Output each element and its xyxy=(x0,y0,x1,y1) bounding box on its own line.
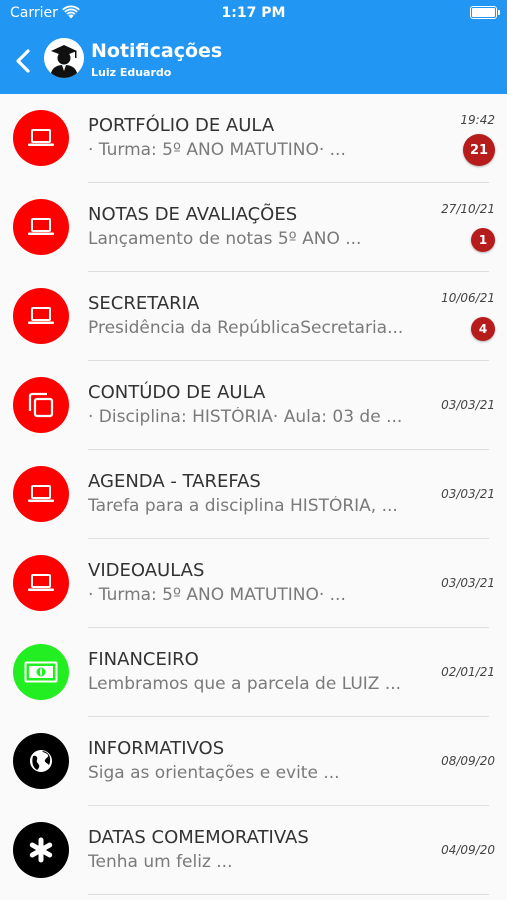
laptop-icon xyxy=(28,574,54,591)
money-icon xyxy=(24,661,58,683)
avatar[interactable] xyxy=(44,38,84,78)
nav-bar: Notificações Luiz Eduardo xyxy=(0,32,507,92)
status-bar: Carrier 1:17 PM xyxy=(0,0,507,28)
notification-title: FINANCEIRO xyxy=(88,649,199,670)
notification-list: PORTFÓLIO DE AULA · Turma: 5º ANO MATUTI… xyxy=(0,94,507,895)
back-chevron-icon[interactable] xyxy=(12,48,36,74)
notification-time: 19:42 xyxy=(460,113,495,127)
notification-preview: Presidência da RepúblicaSecretaria... xyxy=(88,318,404,338)
category-badge xyxy=(13,288,69,344)
notification-title: DATAS COMEMORATIVAS xyxy=(88,827,309,848)
notification-preview: Lembramos que a parcela de LUIZ ... xyxy=(88,674,402,694)
notification-preview: Lançamento de notas 5º ANO ... xyxy=(88,229,362,249)
user-name: Luiz Eduardo xyxy=(91,66,172,79)
notification-time: 02/01/21 xyxy=(441,665,495,679)
notification-title: NOTAS DE AVALIAÇÕES xyxy=(88,204,298,225)
notification-title: SECRETARIA xyxy=(88,293,200,314)
page-title: Notificações xyxy=(91,40,223,62)
notification-item-secretaria[interactable]: SECRETARIA Presidência da RepúblicaSecre… xyxy=(0,272,507,361)
notification-title: CONTÚDO DE AULA xyxy=(88,382,266,403)
status-time: 1:17 PM xyxy=(221,5,286,21)
notification-time: 03/03/21 xyxy=(441,398,495,412)
notification-preview: · Turma: 5º ANO MATUTINO· ... xyxy=(88,585,346,605)
unread-count-badge: 4 xyxy=(471,317,495,341)
divider xyxy=(88,894,489,895)
notification-preview: · Turma: 5º ANO MATUTINO· ... xyxy=(88,140,346,160)
category-badge xyxy=(13,555,69,611)
notification-time: 10/06/21 xyxy=(441,291,495,305)
app-header: Carrier 1:17 PM Notificações Luiz Eduard… xyxy=(0,0,507,94)
notification-title: VIDEOAULAS xyxy=(88,560,205,581)
laptop-icon xyxy=(28,129,54,146)
asterisk-icon xyxy=(29,837,53,863)
category-badge xyxy=(13,466,69,522)
notification-item-portfolio[interactable]: PORTFÓLIO DE AULA · Turma: 5º ANO MATUTI… xyxy=(0,94,507,183)
category-badge xyxy=(13,733,69,789)
notification-item-agenda[interactable]: AGENDA - TAREFAS Tarefa para a disciplin… xyxy=(0,450,507,539)
category-badge xyxy=(13,199,69,255)
notification-item-notas[interactable]: NOTAS DE AVALIAÇÕES Lançamento de notas … xyxy=(0,183,507,272)
notification-preview: Tarefa para a disciplina HISTÓRIA, ... xyxy=(88,496,398,516)
laptop-icon xyxy=(28,307,54,324)
category-badge xyxy=(13,377,69,433)
category-badge xyxy=(13,822,69,878)
notification-item-videoaulas[interactable]: VIDEOAULAS · Turma: 5º ANO MATUTINO· ...… xyxy=(0,539,507,628)
notification-item-conteudo[interactable]: CONTÚDO DE AULA · Disciplina: HISTÓRIA· … xyxy=(0,361,507,450)
notification-title: PORTFÓLIO DE AULA xyxy=(88,115,275,136)
copy-icon xyxy=(28,392,54,418)
laptop-icon xyxy=(28,485,54,502)
notification-time: 08/09/20 xyxy=(441,754,495,768)
student-avatar-icon xyxy=(44,38,84,78)
notification-preview: Tenha um feliz ... xyxy=(88,852,233,872)
category-badge xyxy=(13,644,69,700)
notification-time: 03/03/21 xyxy=(441,576,495,590)
notification-time: 04/09/20 xyxy=(441,843,495,857)
notification-time: 27/10/21 xyxy=(441,202,495,216)
notification-title: INFORMATIVOS xyxy=(88,738,225,759)
notification-item-datas[interactable]: DATAS COMEMORATIVAS Tenha um feliz ... 0… xyxy=(0,806,507,895)
notification-title: AGENDA - TAREFAS xyxy=(88,471,261,492)
battery-icon xyxy=(470,6,500,19)
category-badge xyxy=(13,110,69,166)
notification-item-informativos[interactable]: INFORMATIVOS Siga as orientações e evite… xyxy=(0,717,507,806)
notification-preview: · Disciplina: HISTÓRIA· Aula: 03 de ... xyxy=(88,407,403,427)
notification-preview: Siga as orientações e evite ... xyxy=(88,763,340,783)
notification-item-financeiro[interactable]: FINANCEIRO Lembramos que a parcela de LU… xyxy=(0,628,507,717)
notification-time: 03/03/21 xyxy=(441,487,495,501)
unread-count-badge: 21 xyxy=(463,134,495,166)
globe-icon xyxy=(30,750,52,772)
laptop-icon xyxy=(28,218,54,235)
unread-count-badge: 1 xyxy=(471,228,495,252)
